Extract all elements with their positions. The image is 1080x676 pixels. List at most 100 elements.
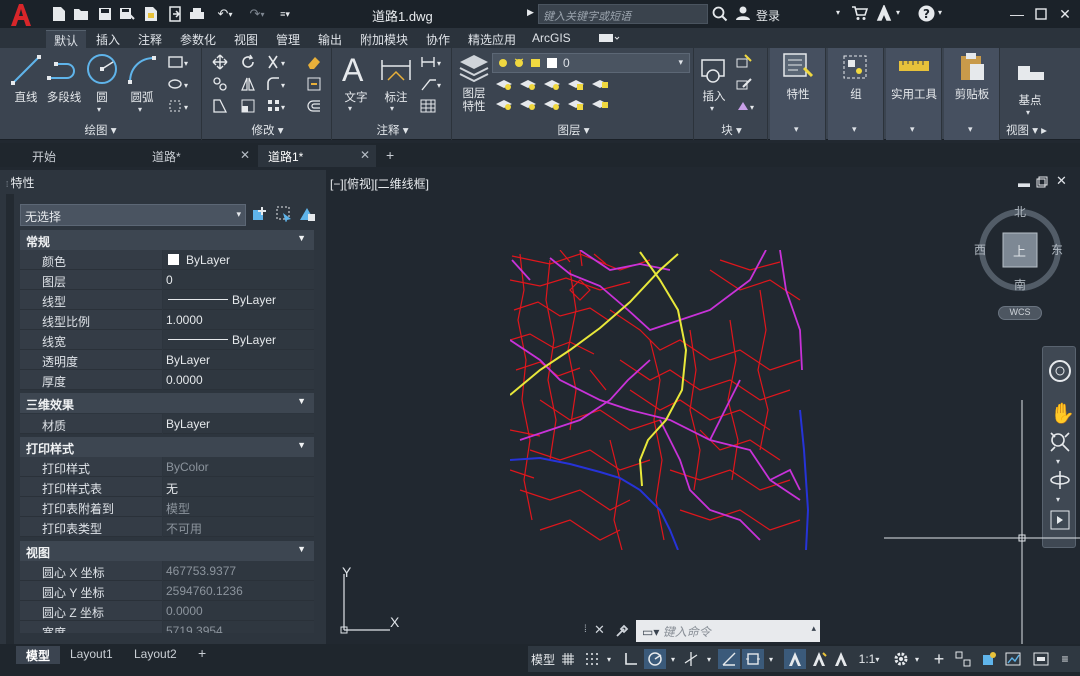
doc-tab-road1[interactable]: 道路1* ✕ <box>258 145 376 167</box>
prop-row-lineweight[interactable]: 线宽 ByLayer <box>20 330 314 350</box>
text-icon[interactable]: A <box>342 52 363 89</box>
viewcube-south[interactable]: 南 <box>1014 276 1026 293</box>
snap-dropdown-icon[interactable]: ▾ <box>604 649 614 669</box>
user-icon[interactable] <box>736 6 750 20</box>
utilities-panel-button[interactable]: 实用工具 ▾ <box>886 48 942 140</box>
prop-row-layer[interactable]: 图层 0 <box>20 270 314 290</box>
prop-value-transparency[interactable]: ByLayer <box>163 350 314 370</box>
prop-row-center-y[interactable]: 圆心 Y 坐标 2594760.1236 <box>20 581 314 601</box>
new-file-icon[interactable] <box>50 5 68 23</box>
offset-icon[interactable] <box>306 98 322 114</box>
command-line-grip[interactable]: ⁞ <box>584 624 587 635</box>
viewcube-face-top[interactable]: 上 <box>1013 241 1026 260</box>
clipboard-panel-button[interactable]: 剪贴板 ▾ <box>944 48 1000 140</box>
open-folder-icon[interactable] <box>72 5 90 23</box>
erase-icon[interactable] <box>306 54 322 70</box>
app-dropdown-icon[interactable]: ▾ <box>896 8 900 17</box>
viewport-controls-label[interactable]: [−][俯视][二维线框] <box>330 175 429 192</box>
snap-icon[interactable] <box>580 649 604 669</box>
draw-group-label[interactable]: 绘图 ▾ <box>0 122 201 138</box>
prop-row-width[interactable]: 宽度 5719.3954 <box>20 621 314 633</box>
close-tab-icon[interactable]: ✕ <box>240 148 250 162</box>
annotation-scale-icon[interactable] <box>830 649 852 669</box>
command-close-icon[interactable]: ✕ <box>594 622 605 638</box>
insert-block-icon[interactable] <box>698 54 730 86</box>
stretch-icon[interactable] <box>212 98 228 114</box>
prop-row-material[interactable]: 材质 ByLayer <box>20 414 314 434</box>
dimension-icon[interactable] <box>380 56 412 84</box>
model-space-toggle[interactable]: 模型 <box>530 649 556 669</box>
polar-dropdown-icon[interactable]: ▾ <box>668 649 678 669</box>
group-panel-button[interactable]: 组 ▾ <box>828 48 884 140</box>
prop-row-color[interactable]: 颜色 ByLayer <box>20 250 314 270</box>
tab-default[interactable]: 默认 <box>46 30 87 48</box>
steering-wheel-icon[interactable] <box>1048 359 1072 383</box>
login-dropdown-icon[interactable]: ▾ <box>836 8 840 17</box>
doc-tab-road[interactable]: 道路* ✕ <box>142 145 256 167</box>
modify-group-label[interactable]: 修改 ▾ <box>204 122 331 138</box>
palette-grip[interactable] <box>6 194 14 644</box>
insert-dropdown-icon[interactable]: ▾ <box>710 104 714 113</box>
prop-row-transparency[interactable]: 透明度 ByLayer <box>20 350 314 370</box>
tab-featured-apps[interactable]: 精选应用 <box>460 30 524 48</box>
text-label[interactable]: 文字 <box>340 89 372 105</box>
new-tab-icon[interactable]: + <box>386 147 394 163</box>
share-icon[interactable] <box>166 5 184 23</box>
boundary-icon[interactable]: ▾ <box>168 98 188 114</box>
arc-dropdown-icon[interactable]: ▾ <box>138 105 142 114</box>
isolate-objects-icon[interactable] <box>978 649 1000 669</box>
viewcube[interactable]: 北 南 西 东 上 <box>974 205 1063 293</box>
viewcube-west[interactable]: 西 <box>974 241 986 258</box>
prop-value-ltscale[interactable]: 1.0000 <box>163 310 314 330</box>
doc-tab-start[interactable]: 开始 <box>22 145 142 167</box>
circle-label[interactable]: 圆 <box>90 89 114 105</box>
hardware-acceleration-icon[interactable] <box>1002 649 1024 669</box>
tab-addins[interactable]: 附加模块 <box>352 30 416 48</box>
customize-qat-icon[interactable]: ≡▾ <box>276 5 294 23</box>
cart-icon[interactable] <box>852 6 868 21</box>
undo-icon[interactable]: ↶ ▾ <box>212 5 238 23</box>
move-icon[interactable] <box>212 54 228 70</box>
tab-annotate[interactable]: 注释 <box>130 30 170 48</box>
clean-screen-icon[interactable] <box>1030 649 1052 669</box>
auto-scale-icon[interactable] <box>808 649 830 669</box>
help-dropdown-icon[interactable]: ▾ <box>938 8 942 17</box>
rotate-icon[interactable] <box>240 54 256 70</box>
layout-tab-layout1[interactable]: Layout1 <box>60 646 123 664</box>
redo-icon[interactable]: ↷ ▾ <box>244 5 270 23</box>
prop-value-layer[interactable]: 0 <box>163 270 314 290</box>
command-input[interactable]: ▭▾ 键入命令 ▴ <box>636 620 820 642</box>
tab-output[interactable]: 输出 <box>310 30 350 48</box>
save-icon[interactable] <box>96 5 114 23</box>
prop-value-plot-table[interactable]: 无 <box>163 477 314 497</box>
tab-view[interactable]: 视图 <box>226 30 266 48</box>
status-customize-icon[interactable]: ≡ <box>1054 649 1076 669</box>
workspace-gear-icon[interactable] <box>890 649 912 669</box>
line-label[interactable]: 直线 <box>10 89 42 105</box>
login-link[interactable]: 登录 <box>756 7 780 24</box>
plot-icon[interactable] <box>188 5 206 23</box>
polyline-label[interactable]: 多段线 <box>44 89 84 105</box>
object-snap-icon[interactable] <box>742 649 764 669</box>
ribbon-minimize-icon[interactable] <box>598 32 620 44</box>
layer-properties-label[interactable]: 图层 特性 <box>456 88 492 114</box>
annotation-visibility-icon[interactable] <box>784 649 806 669</box>
search-input[interactable]: 键入关键字或短语 <box>538 4 708 24</box>
tab-manage[interactable]: 管理 <box>268 30 308 48</box>
copy-icon[interactable] <box>212 76 228 92</box>
close-tab-icon[interactable]: ✕ <box>360 148 370 162</box>
line-icon[interactable] <box>10 54 42 86</box>
prop-row-plot-table[interactable]: 打印样式表无 <box>20 477 314 497</box>
annotation-monitor-icon[interactable]: + <box>928 649 950 669</box>
scale-selector[interactable]: 1:1 ▾ <box>854 649 884 669</box>
basepoint-label[interactable]: 基点 <box>1008 92 1052 108</box>
dimension-dropdown-icon[interactable]: ▾ <box>390 104 394 113</box>
insert-label[interactable]: 插入 <box>700 88 728 104</box>
layout-tab-model[interactable]: 模型 <box>16 646 61 664</box>
basepoint-icon[interactable] <box>1016 60 1046 82</box>
text-dropdown-icon[interactable]: ▾ <box>348 104 352 113</box>
linear-dim-icon[interactable]: ▾ <box>420 54 441 70</box>
add-layout-icon[interactable]: + <box>198 645 206 661</box>
create-block-icon[interactable] <box>736 54 752 70</box>
autodesk-app-icon[interactable] <box>876 5 892 21</box>
